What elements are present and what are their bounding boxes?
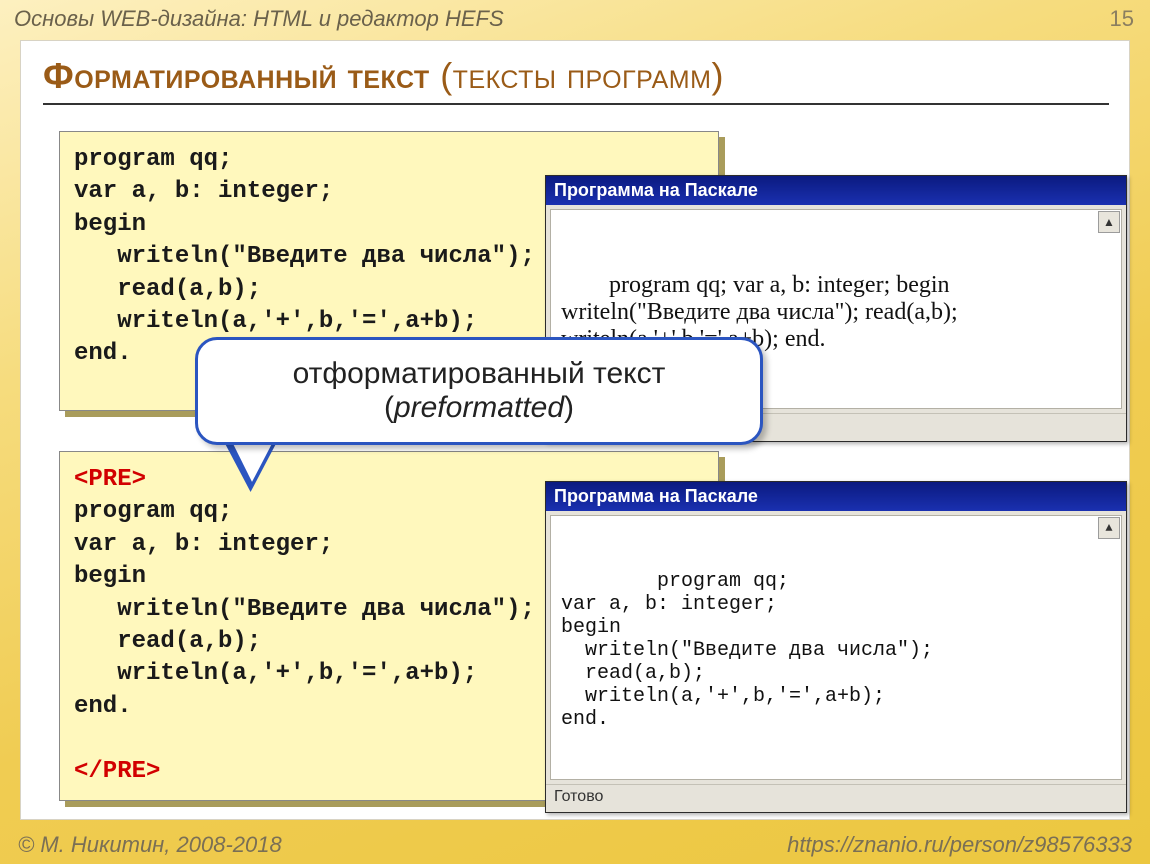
scroll-up-icon[interactable]: ▲ (1098, 517, 1120, 539)
browser-content-bottom: ▲ program qq; var a, b: integer; begin w… (550, 515, 1122, 780)
pre-close-tag: </PRE> (74, 758, 160, 785)
footer: © М. Никитин, 2008-2018 https://znanio.r… (0, 828, 1150, 864)
callout-bubble: отформатированный текст (preformatted) (195, 337, 763, 445)
browser-titlebar-bottom: Программа на Паскале (546, 482, 1126, 511)
pre-open-tag: <PRE> (74, 466, 146, 493)
browser-window-bottom: Программа на Паскале ▲ program qq; var a… (545, 481, 1127, 813)
page-number: 15 (1110, 6, 1134, 32)
heading-tail: (тексты программ) (430, 55, 724, 96)
slide: Основы WEB-дизайна: HTML и редактор HEFS… (0, 0, 1150, 864)
heading-divider (43, 103, 1109, 105)
callout-line2-italic: preformatted (394, 391, 564, 424)
browser-text-bottom: program qq; var a, b: integer; begin wri… (561, 570, 933, 731)
heading-main: Форматированный текст (43, 55, 430, 96)
doc-title: Основы WEB-дизайна: HTML и редактор HEFS (14, 6, 504, 32)
callout-text: отформатированный текст (preformatted) (293, 357, 666, 425)
callout-line1: отформатированный текст (293, 357, 666, 390)
slide-heading: Форматированный текст (тексты программ) (43, 55, 724, 97)
browser-titlebar-top: Программа на Паскале (546, 176, 1126, 205)
content-box: Форматированный текст (тексты программ) … (20, 40, 1130, 820)
browser-status-bottom: Готово (546, 784, 1126, 809)
scroll-up-icon[interactable]: ▲ (1098, 211, 1120, 233)
footer-left: © М. Никитин, 2008-2018 (18, 832, 282, 858)
code-panel-bottom-body: program qq; var a, b: integer; begin wri… (74, 498, 535, 719)
footer-right: https://znanio.ru/person/z98576333 (787, 832, 1132, 858)
